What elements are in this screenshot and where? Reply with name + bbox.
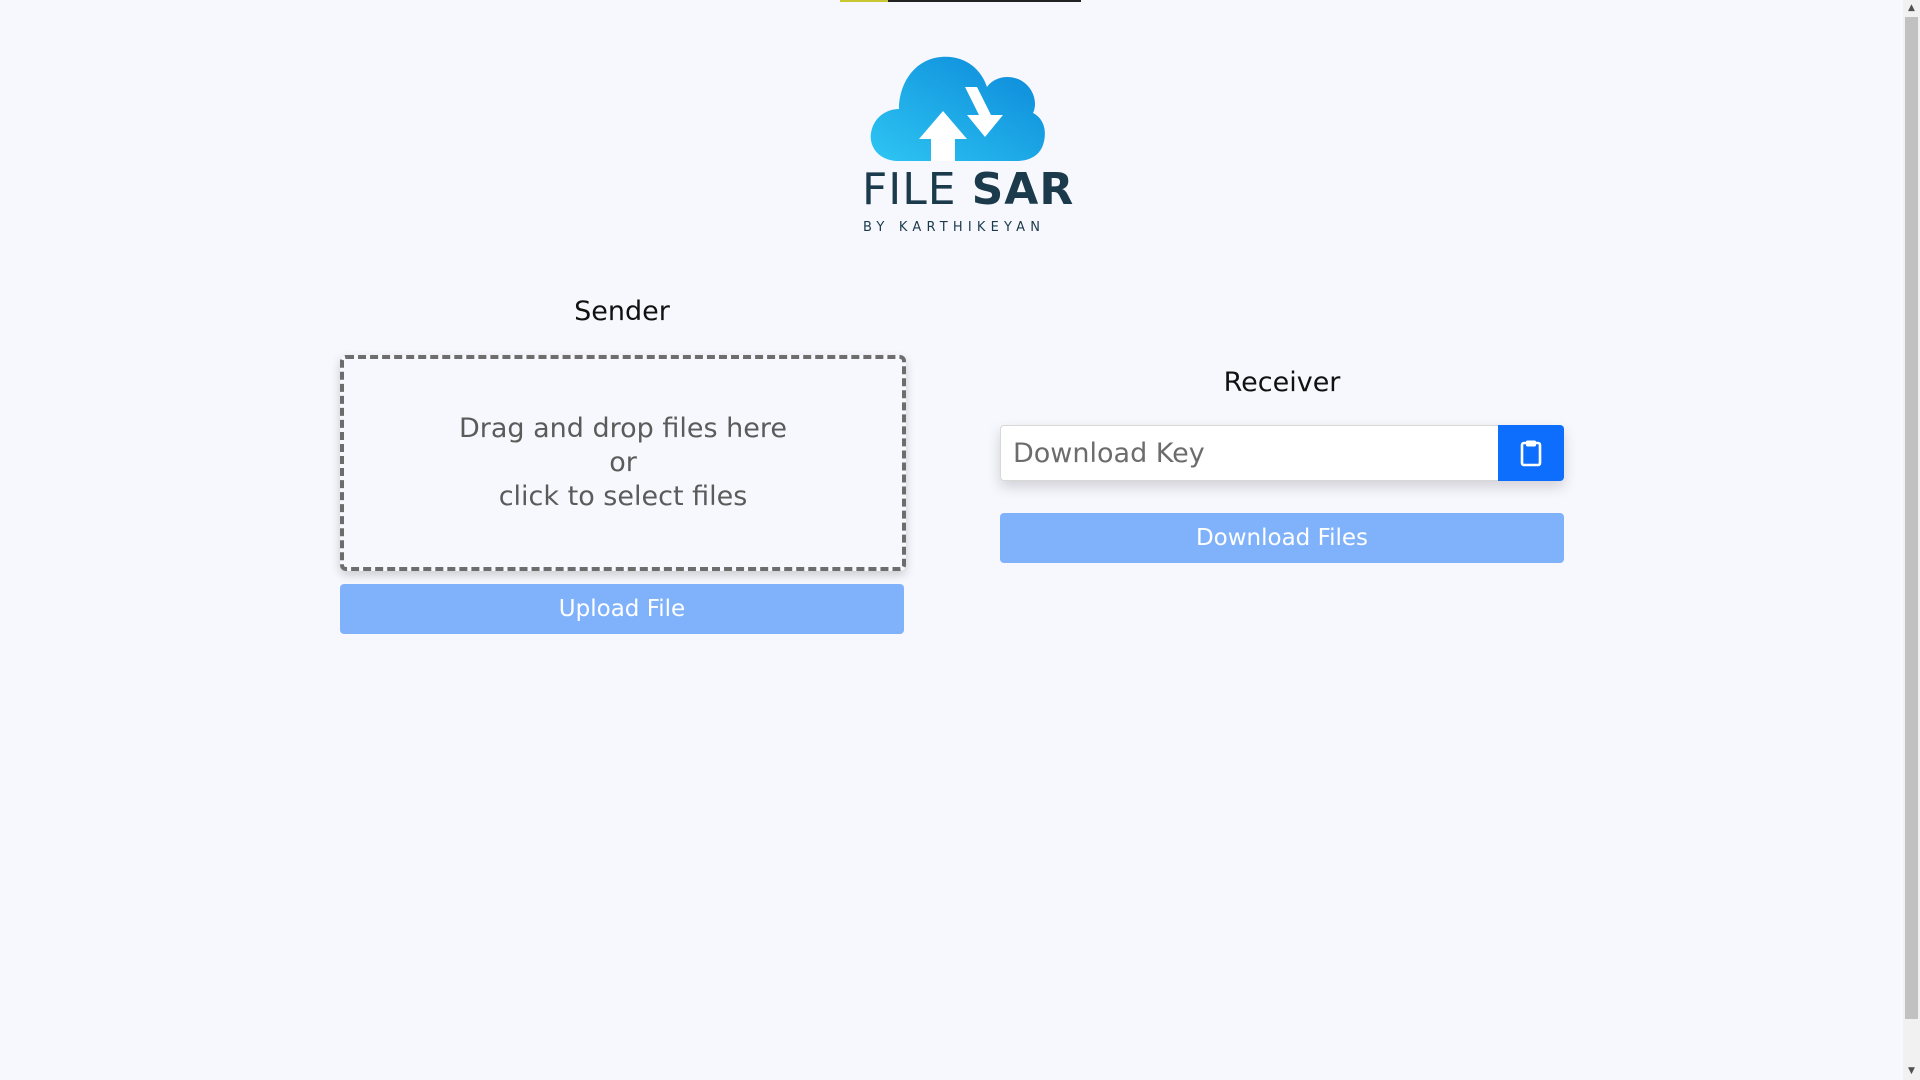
- brand-name-thin: FILE: [862, 164, 972, 215]
- arrow-up-icon[interactable]: ▲: [1903, 0, 1920, 17]
- dropzone-line-3: click to select files: [498, 481, 748, 512]
- download-key-group: [1000, 425, 1564, 481]
- dropzone-line-1: Drag and drop files here: [458, 413, 788, 444]
- upload-file-button[interactable]: Upload File: [340, 584, 904, 634]
- download-key-input[interactable]: [1000, 425, 1498, 481]
- top-stripe-segment-a: [840, 0, 888, 2]
- page: FILE SAR BY KARTHIKEYAN Sender Drag and …: [0, 0, 1920, 1080]
- file-dropzone[interactable]: Drag and drop files here or click to sel…: [340, 355, 906, 571]
- cloud-transfer-icon: [870, 56, 1045, 161]
- clipboard-icon: [1520, 440, 1542, 467]
- brand-name: FILE SAR: [862, 168, 1074, 212]
- top-stripe-segment-b: [888, 0, 1081, 2]
- top-progress-stripe: [840, 0, 1081, 2]
- paste-key-button[interactable]: [1498, 425, 1564, 481]
- brand-tagline: BY KARTHIKEYAN: [863, 220, 1046, 235]
- scrollbar-thumb[interactable]: [1905, 17, 1918, 1019]
- app-logo: FILE SAR BY KARTHIKEYAN: [850, 50, 1073, 240]
- download-files-button[interactable]: Download Files: [1000, 513, 1564, 563]
- receiver-title: Receiver: [1223, 367, 1341, 398]
- sender-title: Sender: [574, 296, 670, 327]
- brand-name-bold: SAR: [971, 164, 1075, 215]
- arrow-down-icon[interactable]: ▼: [1903, 1063, 1920, 1080]
- vertical-scrollbar[interactable]: ▲ ▼: [1903, 0, 1920, 1080]
- dropzone-line-2: or: [609, 447, 637, 478]
